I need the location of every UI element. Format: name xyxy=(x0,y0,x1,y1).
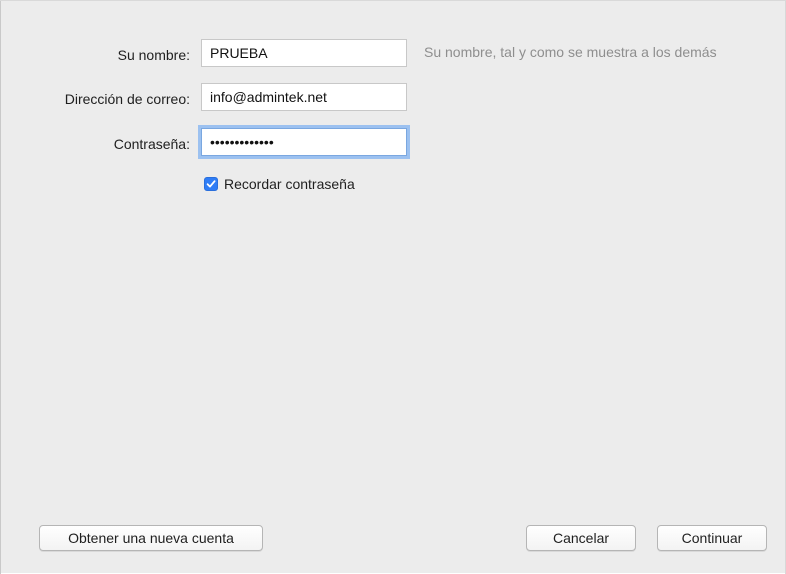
email-input[interactable] xyxy=(201,83,407,111)
password-label: Contraseña: xyxy=(113,136,190,152)
get-new-account-button[interactable]: Obtener una nueva cuenta xyxy=(39,525,263,551)
window-left-edge xyxy=(0,1,1,574)
email-label: Dirección de correo: xyxy=(64,91,190,107)
remember-password-checkbox[interactable] xyxy=(204,177,218,191)
remember-password-row[interactable]: Recordar contraseña xyxy=(204,175,355,193)
continue-button[interactable]: Continuar xyxy=(657,525,767,551)
name-hint: Su nombre, tal y como se muestra a los d… xyxy=(424,44,717,60)
remember-password-label: Recordar contraseña xyxy=(224,176,355,192)
cancel-button[interactable]: Cancelar xyxy=(526,525,636,551)
name-input[interactable] xyxy=(201,39,407,67)
account-setup-window: Su nombre: Su nombre, tal y como se mues… xyxy=(0,0,786,574)
password-input[interactable] xyxy=(201,128,407,156)
name-label: Su nombre: xyxy=(117,47,190,63)
checkmark-icon xyxy=(206,180,216,188)
